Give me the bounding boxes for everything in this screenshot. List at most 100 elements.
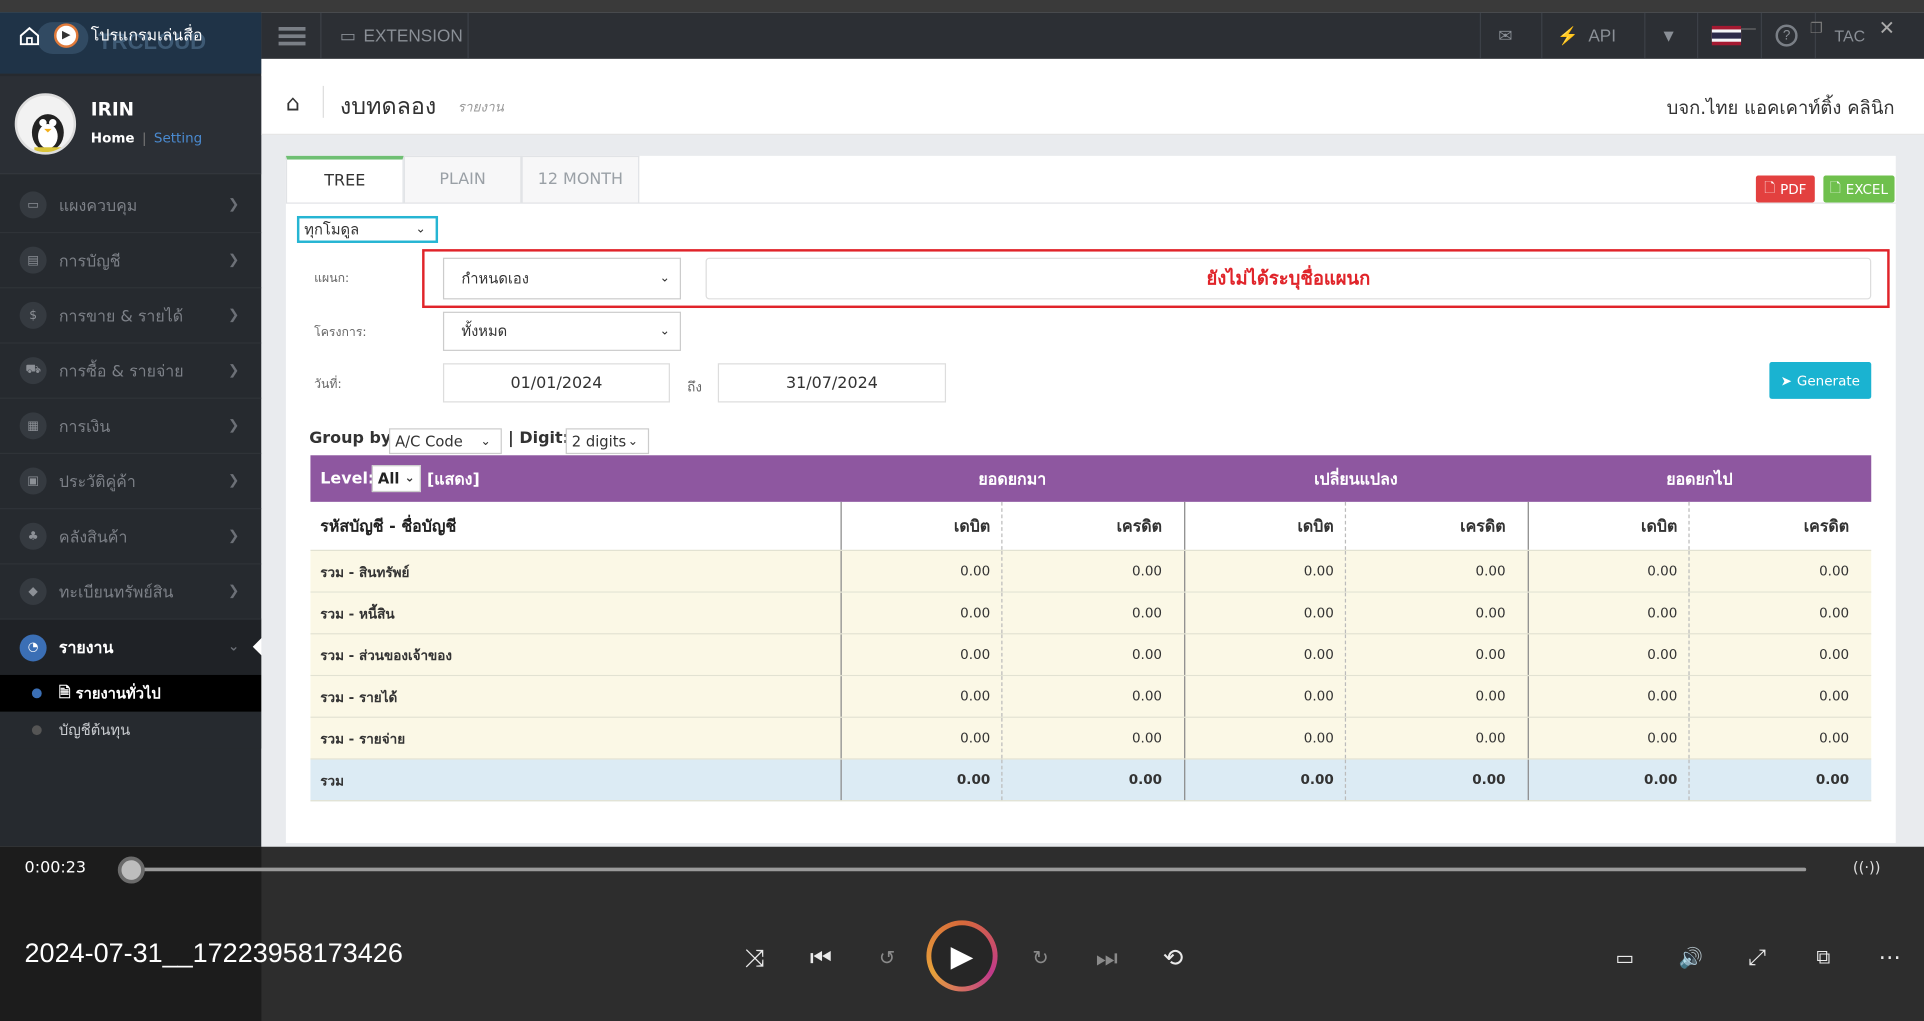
sidebar-subitem-general-report[interactable]: 🗎 รายงานทั่วไป: [0, 674, 262, 712]
player-app-title: โปรแกรมเล่นสื่อ: [90, 26, 203, 46]
sidebar-subitem-label: รายงานทั่วไป: [75, 684, 161, 702]
tab-12-month[interactable]: 12 MONTH: [521, 155, 640, 203]
sidebar-item-contacts[interactable]: ▣ ประวัติคู่ค้า ❯: [0, 454, 262, 510]
excel-button[interactable]: 🗋 EXCEL: [1823, 175, 1895, 203]
digit-select[interactable]: 2 digits ⌄: [565, 428, 650, 455]
dashed-divider: [1344, 759, 1347, 801]
help-icon[interactable]: ?: [1775, 12, 1798, 59]
miniplayer-icon[interactable]: ⧉: [1804, 938, 1843, 977]
date-to-input[interactable]: 31/07/2024: [717, 363, 947, 403]
more-options-icon[interactable]: ⋯: [1870, 938, 1909, 977]
sidebar-item-finance[interactable]: ▦ การเงิน ❯: [0, 399, 262, 455]
media-player-logo-icon: ▶: [53, 22, 79, 48]
sidebar-item-sales[interactable]: $ การขาย & รายได้ ❯: [0, 288, 262, 344]
project-select[interactable]: ทั้งหมด ⌄: [442, 311, 682, 351]
previous-icon[interactable]: ⏮: [801, 938, 840, 977]
app-header: ▭ EXTENSION ✉ ⚡ API ▼ ? TAC — ❐ ✕: [261, 12, 1924, 59]
table-row[interactable]: รวม - สินทรัพย์ 0.00 0.00 0.00 0.00 0.00 0.00: [310, 550, 1872, 593]
department-name-input[interactable]: ยังไม่ได้ระบุชื่อแผนก: [705, 257, 1872, 300]
amount-cell: 0.00: [1819, 688, 1850, 705]
amount-cell: 0.00: [1819, 604, 1850, 621]
date-from-input[interactable]: 01/01/2024: [442, 363, 670, 403]
department-select[interactable]: กำหนดเอง ⌄: [442, 257, 682, 300]
level-select[interactable]: All ⌄: [371, 465, 421, 493]
tab-tree[interactable]: TREE: [285, 155, 404, 203]
level-value: All: [377, 470, 400, 488]
dashed-divider: [1001, 592, 1003, 634]
sidebar-item-purchase[interactable]: ⛟ การซื้อ & รายจ่าย ❯: [0, 344, 262, 399]
cast-icon[interactable]: ((·)): [1853, 859, 1881, 876]
plug-icon: ⚡: [1557, 25, 1579, 45]
dropdown-caret-icon[interactable]: ▼: [1660, 12, 1677, 59]
mail-icon[interactable]: ✉: [1498, 12, 1512, 59]
pdf-label: PDF: [1780, 181, 1807, 197]
sidebar-item-reports[interactable]: ◔ รายงาน ⌄: [0, 619, 263, 675]
group-by-select[interactable]: A/C Code ⌄: [388, 428, 502, 455]
home-icon[interactable]: [17, 23, 42, 48]
table-row[interactable]: รวม - ส่วนของเจ้าของ 0.00 0.00 0.00 0.00 0.00…: [310, 634, 1872, 677]
monitor-icon: ▭: [19, 191, 47, 219]
thai-flag-icon[interactable]: [1711, 12, 1742, 59]
dashed-divider: [1688, 759, 1690, 801]
table-row[interactable]: รวม - รายจ่าย 0.00 0.00 0.00 0.00 0.00 0.00: [310, 717, 1872, 760]
column-divider: [1527, 676, 1529, 717]
module-select[interactable]: ทุกโมดูล ⌄: [296, 215, 439, 243]
profile-panel: IRIN Home | Setting: [0, 76, 262, 175]
play-button[interactable]: ▶: [926, 920, 998, 992]
dashed-divider: [1688, 550, 1690, 592]
digit-value: 2 digits: [571, 432, 627, 450]
user-code[interactable]: TAC: [1834, 12, 1865, 59]
player-titlebar: ▶ โปรแกรมเล่นสื่อ: [17, 22, 203, 48]
sidebar-item-assets[interactable]: ◆ ทะเบียนทรัพย์สิน ❯: [0, 564, 262, 620]
amount-cell: 0.00: [1475, 646, 1506, 663]
subtitles-icon[interactable]: ▭: [1605, 938, 1644, 977]
amount-cell: 0.00: [1300, 771, 1334, 788]
amount-cell: 0.00: [960, 730, 991, 747]
shuffle-icon[interactable]: ⤨: [735, 938, 774, 977]
column-divider: [1527, 634, 1529, 675]
show-link[interactable]: [แสดง]: [427, 466, 480, 492]
sidebar-item-label: การขาย & รายได้: [58, 307, 184, 326]
group-header-opening: ยอดยกมา: [978, 470, 1047, 490]
sidebar-item-inventory[interactable]: ♣ คลังสินค้า ❯: [0, 509, 262, 565]
table-total-row[interactable]: รวม 0.00 0.00 0.00 0.00 0.00 0.00: [310, 759, 1872, 802]
minimize-icon[interactable]: —: [1741, 5, 1756, 52]
pdf-icon: 🗋: [1764, 179, 1776, 196]
seek-handle[interactable]: [117, 856, 145, 884]
home-breadcrumb-icon[interactable]: ⌂: [286, 91, 300, 117]
repeat-off-icon[interactable]: ⟲: [1153, 938, 1192, 977]
table-row[interactable]: รวม - รายได้ 0.00 0.00 0.00 0.00 0.00 0.00: [310, 676, 1872, 718]
close-icon[interactable]: ✕: [1879, 5, 1895, 52]
level-label: Level:: [320, 469, 375, 488]
sidebar-item-accounting[interactable]: ▤ การบัญชี ❯: [0, 233, 262, 289]
sidebar-item-dashboard[interactable]: ▭ แผงควบคุม ❯: [0, 178, 262, 234]
next-icon[interactable]: ⏭: [1087, 938, 1126, 977]
dashed-divider: [1001, 717, 1003, 759]
column-divider: [1527, 550, 1529, 592]
table-row[interactable]: รวม - หนี้สิน 0.00 0.00 0.00 0.00 0.00 0.00: [310, 592, 1872, 635]
pdf-button[interactable]: 🗋 PDF: [1755, 175, 1815, 203]
sidebar-item-label: การซื้อ & รายจ่าย: [58, 362, 184, 382]
api-button[interactable]: ⚡ API: [1557, 12, 1616, 59]
fullscreen-icon[interactable]: ⤢: [1737, 938, 1776, 977]
home-link[interactable]: Home: [91, 130, 135, 146]
company-name: บจก.ไทย แอคเคาท์ติ้ง คลินิก: [1666, 96, 1895, 120]
rewind-10-icon[interactable]: ↺: [868, 938, 907, 977]
forward-30-icon[interactable]: ↻: [1021, 938, 1060, 977]
avatar[interactable]: [14, 93, 77, 155]
tab-plain[interactable]: PLAIN: [403, 155, 522, 203]
menu-toggle-icon[interactable]: [278, 12, 306, 59]
sidebar-subitem-cost-account[interactable]: บัญชีต้นทุน: [0, 711, 262, 749]
extension-button[interactable]: ▭ EXTENSION: [340, 12, 463, 59]
sidebar-menu: ▭ แผงควบคุม ❯ ▤ การบัญชี ❯ $ การขาย & รายได้ ❯…: [0, 178, 263, 749]
dashed-divider: [1344, 717, 1347, 759]
generate-button[interactable]: ➤ Generate: [1769, 362, 1872, 399]
amount-cell: 0.00: [1475, 688, 1506, 705]
volume-icon[interactable]: 🔊: [1671, 938, 1710, 977]
chevron-down-icon: ⌄: [404, 471, 415, 486]
column-divider: [1527, 501, 1529, 550]
setting-link[interactable]: Setting: [154, 130, 202, 146]
maximize-icon[interactable]: ❐: [1810, 5, 1823, 52]
send-icon: ➤: [1780, 372, 1792, 389]
seek-bar[interactable]: [130, 867, 1807, 872]
